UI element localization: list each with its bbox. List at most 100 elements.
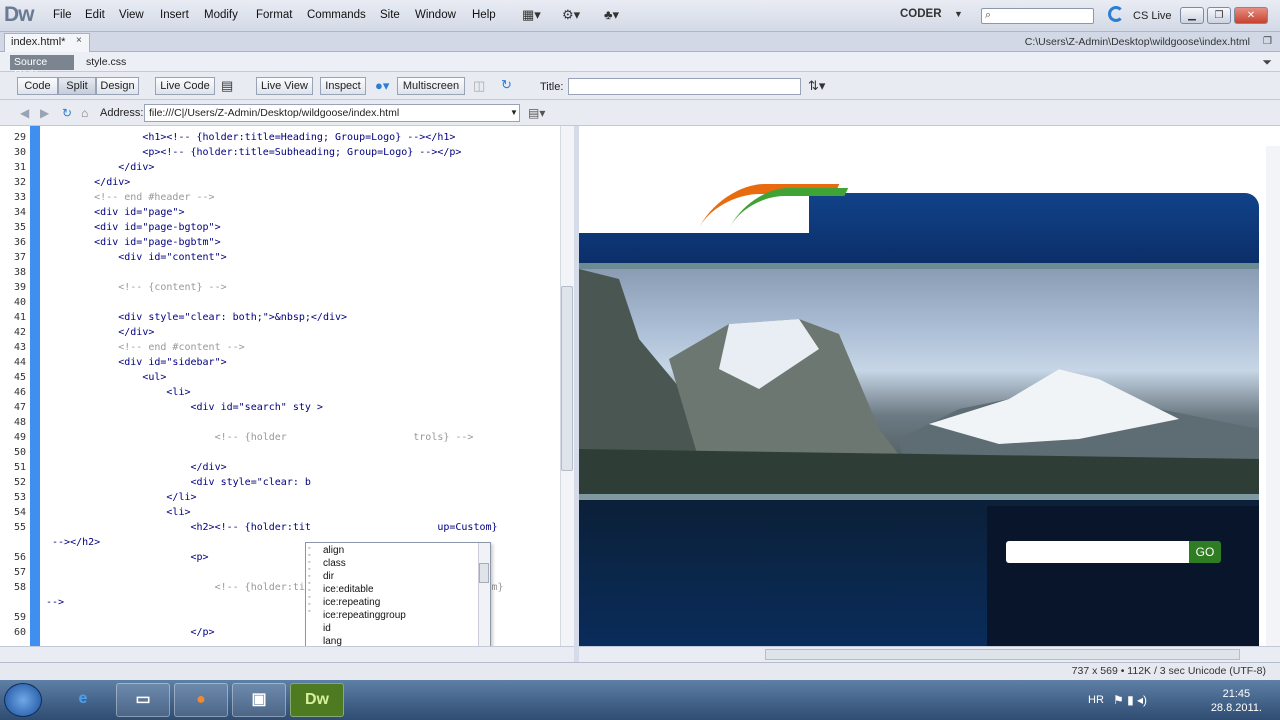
firefox-icon[interactable]: ● [174, 683, 228, 717]
minimize-button[interactable]: ▁ [1180, 7, 1204, 24]
code-line[interactable]: </div> [46, 327, 154, 338]
refresh-icon[interactable]: ↻ [501, 77, 512, 95]
code-line[interactable]: <li> [46, 507, 190, 518]
code-line[interactable]: <div id="page"> [46, 207, 184, 218]
menu-file[interactable]: File [53, 9, 72, 21]
menu-edit[interactable]: Edit [85, 9, 105, 21]
code-line[interactable]: <ul> [46, 372, 166, 383]
scrollbar-thumb[interactable] [561, 286, 573, 471]
scrollbar-thumb[interactable] [765, 649, 1240, 660]
live-view-pane[interactable]: GO [579, 126, 1280, 646]
code-line[interactable]: <div style="clear: b [46, 477, 310, 488]
refresh-icon[interactable]: ↻ [62, 106, 72, 120]
code-line[interactable]: <h2><!-- {holder:tit up=Custom} [46, 522, 497, 533]
code-line[interactable]: <div id="search" sty > [46, 402, 322, 413]
extend-icon[interactable]: ♣▾ [604, 7, 619, 25]
code-line[interactable]: <div id="sidebar"> [46, 357, 226, 368]
hint-item[interactable]: id [323, 623, 331, 634]
code-line[interactable]: <!-- end #header --> [46, 192, 214, 203]
forward-icon[interactable]: ▶ [40, 106, 49, 120]
cs-live-label[interactable]: CS Live [1133, 10, 1172, 22]
vertical-scrollbar[interactable] [1266, 146, 1280, 646]
explorer-icon[interactable]: ▭ [116, 683, 170, 717]
horizontal-scrollbar[interactable] [0, 646, 574, 662]
code-line[interactable]: <div style="clear: both;">&nbsp;</div> [46, 312, 347, 323]
menu-commands[interactable]: Commands [307, 9, 366, 21]
close-button[interactable]: ✕ [1234, 7, 1268, 24]
code-line[interactable]: </li> [46, 492, 196, 503]
browser-preview-icon[interactable]: ●▾ [375, 78, 389, 96]
code-line[interactable]: <!-- {holder trols} --> [46, 432, 474, 443]
address-input[interactable]: file:///C|/Users/Z-Admin/Desktop/wildgoo… [144, 104, 520, 122]
code-line[interactable]: <div id="page-bgbtm"> [46, 237, 220, 248]
start-button[interactable] [4, 683, 42, 717]
search-input[interactable] [981, 8, 1094, 24]
hint-item[interactable]: ice:repeatinggroup [323, 610, 406, 621]
menu-site[interactable]: Site [380, 9, 400, 21]
inspect-panel-icon[interactable]: ▤ [221, 78, 233, 96]
ie-icon[interactable]: e [60, 683, 106, 717]
clock[interactable]: 21:45 28.8.2011. [1211, 687, 1262, 715]
code-line[interactable]: </p> [46, 627, 214, 638]
menu-window[interactable]: Window [415, 9, 456, 21]
design-view-button[interactable]: Design [96, 77, 139, 95]
visual-aids-icon[interactable]: ◫ [473, 78, 485, 96]
menu-format[interactable]: Format [256, 9, 292, 21]
code-line[interactable]: <li> [46, 387, 190, 398]
menu-help[interactable]: Help [472, 9, 496, 21]
split-view-button[interactable]: Split [58, 77, 96, 95]
code-line[interactable]: <div id="page-bgtop"> [46, 222, 220, 233]
language-indicator[interactable]: HR [1088, 694, 1104, 706]
hint-item[interactable]: align [323, 545, 344, 556]
hint-scrollbar-thumb[interactable] [479, 563, 489, 583]
chevron-down-icon[interactable]: ▼ [510, 108, 518, 117]
live-view-button[interactable]: Live View [256, 77, 313, 95]
close-icon[interactable]: × [76, 35, 82, 46]
inspect-button[interactable]: Inspect [320, 77, 366, 95]
code-line[interactable]: <!-- end #content --> [46, 342, 244, 353]
title-input[interactable] [568, 78, 801, 95]
code-editor[interactable]: 29 <h1><!-- {holder:title=Heading; Group… [0, 126, 574, 675]
code-line[interactable]: </div> [46, 177, 130, 188]
go-button[interactable]: GO [1189, 541, 1221, 563]
restore-icon[interactable]: ❐ [1263, 36, 1272, 47]
code-line[interactable]: --></h2> [46, 537, 100, 548]
workspace-switcher[interactable]: CODER [900, 8, 942, 20]
gear-icon[interactable]: ⚙▾ [562, 7, 580, 25]
preview-search-input[interactable] [1006, 541, 1189, 563]
menu-view[interactable]: View [119, 9, 144, 21]
code-view-button[interactable]: Code [17, 77, 58, 95]
related-file-style-css[interactable]: style.css [86, 56, 126, 68]
code-line[interactable]: </div> [46, 162, 154, 173]
menu-modify[interactable]: Modify [204, 9, 238, 21]
code-line[interactable]: <p><!-- {holder:title=Subheading; Group=… [46, 147, 461, 158]
hint-item[interactable]: ice:editable [323, 584, 374, 595]
cs-live-icon[interactable] [1108, 6, 1124, 22]
dreamweaver-taskbar-icon[interactable]: Dw [290, 683, 344, 717]
hint-item[interactable]: ice:repeating [323, 597, 380, 608]
code-line[interactable]: <!-- {content} --> [46, 282, 226, 293]
layout-icon[interactable]: ▦▾ [522, 7, 541, 25]
code-line[interactable]: <p> [46, 552, 208, 563]
options-icon[interactable]: ▤▾ [528, 106, 545, 120]
code-line[interactable]: <div id="content"> [46, 252, 226, 263]
code-line[interactable]: <h1><!-- {holder:title=Heading; Group=Lo… [46, 132, 455, 143]
file-management-icon[interactable]: ⇅▾ [808, 78, 825, 96]
filter-icon[interactable]: ⏷ [1262, 55, 1272, 70]
horizontal-scrollbar[interactable] [579, 646, 1280, 662]
live-code-button[interactable]: Live Code [155, 77, 215, 95]
chevron-down-icon[interactable]: ▼ [954, 9, 963, 19]
source-code-tab[interactable]: Source Code [10, 55, 74, 80]
menu-insert[interactable]: Insert [160, 9, 189, 21]
folder-icon[interactable]: ▣ [232, 683, 286, 717]
back-icon[interactable]: ◀ [20, 106, 29, 120]
home-icon[interactable]: ⌂ [81, 106, 88, 120]
code-collapse-gutter[interactable] [30, 126, 40, 646]
code-line[interactable]: </div> [46, 462, 226, 473]
hint-item[interactable]: dir [323, 571, 334, 582]
multiscreen-button[interactable]: Multiscreen [397, 77, 465, 95]
code-line[interactable]: --> [46, 597, 64, 608]
hint-item[interactable]: class [323, 558, 346, 569]
maximize-button[interactable]: ❐ [1207, 7, 1231, 24]
tray-icons[interactable]: ⚑ ▮ ◂) [1113, 693, 1147, 707]
